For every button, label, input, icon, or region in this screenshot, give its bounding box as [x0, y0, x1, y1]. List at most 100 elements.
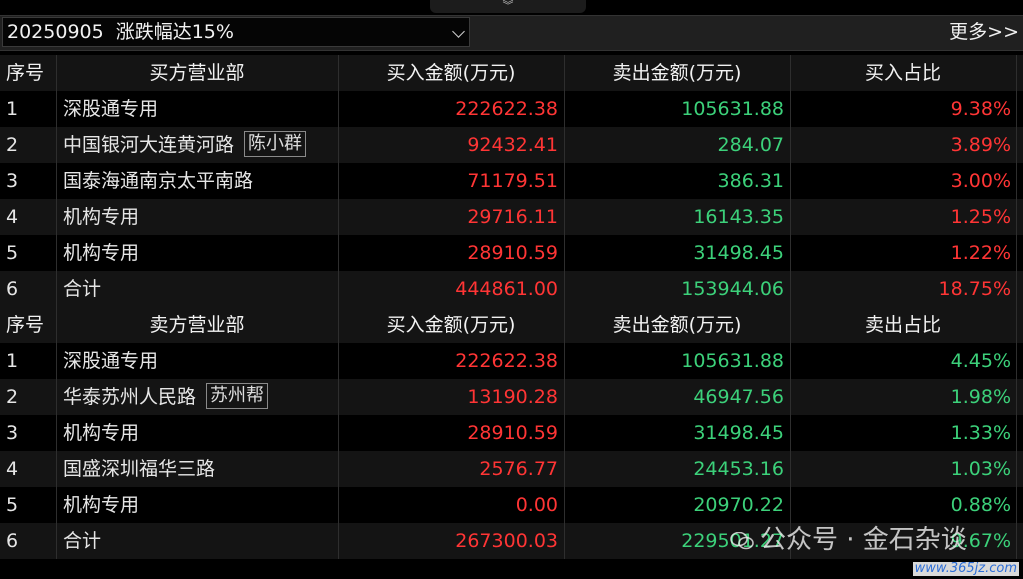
row-number: 5 [6, 494, 19, 516]
row-number: 3 [6, 170, 19, 192]
sell-amount: 20970.22 [693, 494, 784, 516]
buy-table-row[interactable]: 4 机构专用 29716.11 16143.35 1.25% [0, 199, 1023, 235]
sell-table-row[interactable]: 2 华泰苏州人民路 苏州帮 13190.28 46947.56 1.98% [0, 379, 1023, 415]
broker-name-cell: 机构专用 [56, 235, 338, 271]
broker-name-cell: 合计 [56, 523, 338, 559]
buy-table-row[interactable]: 6 合计 444861.00 153944.06 18.75% [0, 271, 1023, 307]
trader-tag[interactable]: 陈小群 [244, 131, 307, 157]
row-number: 4 [6, 206, 19, 228]
column-divider [1016, 487, 1017, 523]
buy-amount: 28910.59 [467, 242, 558, 264]
buy-amount: 444861.00 [455, 278, 558, 300]
buy-column-header[interactable]: 卖出金额(万元) [564, 55, 790, 91]
buy-amount: 222622.38 [455, 98, 558, 120]
buy-amount: 92432.41 [467, 134, 558, 156]
broker-name[interactable]: 机构专用 [63, 422, 139, 444]
column-divider [1016, 451, 1017, 487]
sell-table-row[interactable]: 4 国盛深圳福华三路 2576.77 24453.16 1.03% [0, 451, 1023, 487]
column-divider [1016, 379, 1017, 415]
ratio-value: 1.03% [950, 458, 1011, 480]
wechat-icon [730, 531, 754, 549]
row-number: 2 [6, 386, 19, 408]
broker-name-cell: 中国银河大连黄河路 陈小群 [56, 127, 338, 163]
sell-table-row[interactable]: 3 机构专用 28910.59 31498.45 1.33% [0, 415, 1023, 451]
column-divider [1016, 55, 1017, 91]
buy-amount: 267300.03 [455, 530, 558, 552]
sell-column-header[interactable]: 卖出占比 [790, 307, 1016, 343]
column-divider [1016, 235, 1017, 271]
buy-table-row[interactable]: 1 深股通专用 222622.38 105631.88 9.38% [0, 91, 1023, 127]
column-divider [1016, 415, 1017, 451]
ratio-value: 1.33% [950, 422, 1011, 444]
broker-name[interactable]: 机构专用 [63, 494, 139, 516]
sell-column-header[interactable]: 买入金额(万元) [338, 307, 564, 343]
buy-column-header[interactable]: 买入占比 [790, 55, 1016, 91]
collapse-chevron-icon[interactable]: ︾ [430, 0, 586, 13]
buy-header-row: 序号 买方营业部 买入金额(万元) 卖出金额(万元) 买入占比 [0, 55, 1023, 91]
broker-table: 序号 买方营业部 买入金额(万元) 卖出金额(万元) 买入占比 1 深股通专用 222622.… [0, 55, 1023, 559]
buy-table-row[interactable]: 5 机构专用 28910.59 31498.45 1.22% [0, 235, 1023, 271]
buy-amount: 71179.51 [467, 170, 558, 192]
sell-column-header[interactable]: 序号 [0, 307, 56, 343]
broker-name-cell: 深股通专用 [56, 343, 338, 379]
broker-name[interactable]: 合计 [63, 278, 101, 300]
buy-amount: 0.00 [515, 494, 558, 516]
ratio-value: 18.75% [938, 278, 1011, 300]
buy-column-header[interactable]: 买入金额(万元) [338, 55, 564, 91]
date-filter-dropdown[interactable]: 20250905 涨跌幅达15% [2, 17, 470, 47]
buy-amount: 13190.28 [467, 386, 558, 408]
site-watermark: www.365jz.com [912, 561, 1019, 576]
chevron-down-icon [452, 25, 465, 38]
top-bar: ︾ [0, 0, 1023, 13]
row-number: 2 [6, 134, 19, 156]
sell-amount: 31498.45 [693, 242, 784, 264]
broker-name-cell: 华泰苏州人民路 苏州帮 [56, 379, 338, 415]
column-divider [1016, 343, 1017, 379]
broker-name-cell: 国盛深圳福华三路 [56, 451, 338, 487]
ratio-value: 1.25% [950, 206, 1011, 228]
sell-table-row[interactable]: 1 深股通专用 222622.38 105631.88 4.45% [0, 343, 1023, 379]
buy-table-row[interactable]: 2 中国银河大连黄河路 陈小群 92432.41 284.07 3.89% [0, 127, 1023, 163]
buy-amount: 28910.59 [467, 422, 558, 444]
row-number: 1 [6, 350, 19, 372]
broker-name-cell: 机构专用 [56, 415, 338, 451]
broker-name[interactable]: 机构专用 [63, 242, 139, 264]
sell-column-header[interactable]: 卖出金额(万元) [564, 307, 790, 343]
buy-table-row[interactable]: 3 国泰海通南京太平南路 71179.51 386.31 3.00% [0, 163, 1023, 199]
row-number: 5 [6, 242, 19, 264]
sell-amount: 386.31 [717, 170, 784, 192]
trader-tag[interactable]: 苏州帮 [206, 383, 269, 409]
sell-amount: 31498.45 [693, 422, 784, 444]
buy-column-header[interactable]: 序号 [0, 55, 56, 91]
broker-name-cell: 合计 [56, 271, 338, 307]
ratio-value: 3.00% [950, 170, 1011, 192]
sell-table-row[interactable]: 5 机构专用 0.00 20970.22 0.88% [0, 487, 1023, 523]
watermark: 公众号 · 金石杂谈 [730, 522, 967, 558]
broker-name[interactable]: 国泰海通南京太平南路 [63, 170, 253, 192]
filter-label: 涨跌幅达15% [115, 21, 234, 43]
more-button[interactable]: 更多>> [949, 18, 1019, 46]
broker-name-cell: 机构专用 [56, 199, 338, 235]
sell-header-row: 序号 卖方营业部 买入金额(万元) 卖出金额(万元) 卖出占比 [0, 307, 1023, 343]
sell-column-header[interactable]: 卖方营业部 [56, 307, 338, 343]
row-number: 1 [6, 98, 19, 120]
broker-name[interactable]: 中国银河大连黄河路 [63, 134, 234, 156]
broker-name[interactable]: 合计 [63, 530, 101, 552]
buy-column-header[interactable]: 买方营业部 [56, 55, 338, 91]
sell-amount: 284.07 [717, 134, 784, 156]
sell-amount: 46947.56 [693, 386, 784, 408]
watermark-text: 公众号 · 金石杂谈 [760, 525, 967, 555]
row-number: 4 [6, 458, 19, 480]
broker-name[interactable]: 国盛深圳福华三路 [63, 458, 215, 480]
column-divider [1016, 199, 1017, 235]
row-number: 6 [6, 530, 19, 552]
column-divider [1016, 91, 1017, 127]
buy-amount: 222622.38 [455, 350, 558, 372]
ratio-value: 9.38% [950, 98, 1011, 120]
ratio-value: 3.89% [950, 134, 1011, 156]
broker-name[interactable]: 深股通专用 [63, 350, 158, 372]
broker-name[interactable]: 深股通专用 [63, 98, 158, 120]
sell-amount: 153944.06 [681, 278, 784, 300]
broker-name[interactable]: 华泰苏州人民路 [63, 386, 196, 408]
broker-name[interactable]: 机构专用 [63, 206, 139, 228]
